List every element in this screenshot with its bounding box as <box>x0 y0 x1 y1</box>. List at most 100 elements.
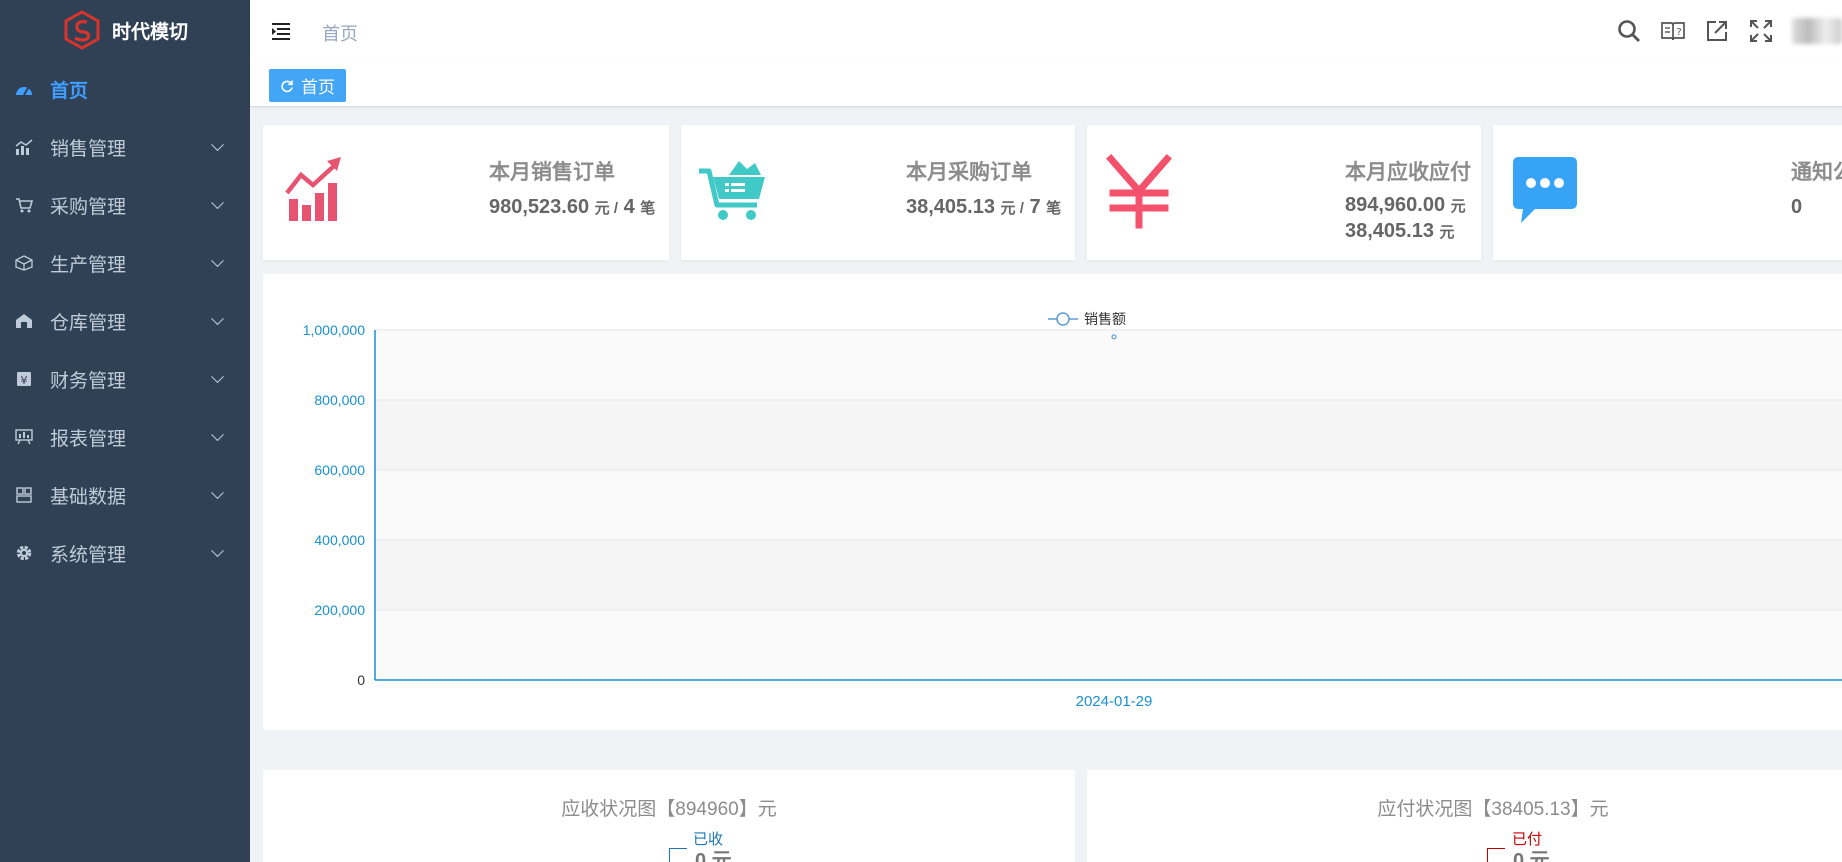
sidebar-item-label: 基础数据 <box>50 486 127 508</box>
sidebar-item-report[interactable]: 报表管理 <box>0 408 250 466</box>
grid-band <box>375 400 1842 470</box>
y-tick-label: 800,000 <box>314 392 365 408</box>
search-icon[interactable] <box>1616 18 1642 44</box>
sales-count: 4 <box>623 196 635 218</box>
unit: 元 / <box>594 200 619 217</box>
card-notice[interactable]: 通知公 0 <box>1493 125 1842 260</box>
unit: 元 <box>1450 198 1466 215</box>
warehouse-icon <box>14 311 34 331</box>
unit: 笔 <box>1046 200 1062 217</box>
sidebar-item-warehouse[interactable]: 仓库管理 <box>0 292 250 350</box>
shopping-cart-icon <box>699 161 765 220</box>
payable-amount: 38,405.13 <box>1345 220 1434 242</box>
chevron-down-icon <box>211 138 224 152</box>
logo[interactable]: 时代模切 <box>0 0 250 60</box>
external-link-icon[interactable] <box>1704 18 1730 44</box>
logo-icon <box>64 10 100 50</box>
grid-band <box>375 470 1842 540</box>
card-value: 980,523.60 元 / 4 笔 <box>489 195 655 221</box>
svg-text:?: ? <box>1676 27 1681 38</box>
payable-status-panel: 应付状况图【38405.13】元 已付 0 元 <box>1087 770 1842 862</box>
dashboard-icon <box>14 79 34 99</box>
data-point <box>1111 334 1117 340</box>
chevron-down-icon <box>211 312 224 326</box>
navbar-right-icons: ? <box>1616 18 1842 44</box>
paid-value: 0 元 <box>1513 850 1550 862</box>
grid-band <box>375 540 1842 610</box>
fullscreen-icon[interactable] <box>1748 18 1774 44</box>
gear-icon <box>14 543 34 563</box>
chevron-down-icon <box>211 544 224 558</box>
message-icon <box>1513 157 1577 223</box>
tags-view: 首页 <box>250 62 1842 107</box>
tag-home[interactable]: 首页 <box>269 69 346 102</box>
svg-text:¥: ¥ <box>21 374 28 387</box>
y-tick-label: 1,000,000 <box>303 322 365 338</box>
legend-label: 销售额 <box>1084 311 1126 327</box>
finance-icon: ¥ <box>14 369 34 389</box>
sidebar-item-basic-data[interactable]: 基础数据 <box>0 466 250 524</box>
unit: 元 <box>1439 224 1455 241</box>
docs-icon[interactable]: ? <box>1660 18 1686 44</box>
legend-marker <box>1056 312 1070 326</box>
card-sales-orders[interactable]: 本月销售订单 980,523.60 元 / 4 笔 <box>263 125 669 260</box>
x-tick-label: 2024-01-29 <box>1076 693 1153 710</box>
data-icon <box>14 485 34 505</box>
received-legend-line <box>669 848 687 862</box>
chevron-down-icon <box>211 196 224 210</box>
sales-line-chart: 0 200,000 400,000 600,000 800,000 1,000,000 20… <box>303 311 1842 710</box>
sidebar-item-sales[interactable]: 销售管理 <box>0 118 250 176</box>
sidebar-item-label: 财务管理 <box>50 370 127 392</box>
card-purchase-orders[interactable]: 本月采购订单 38,405.13 元 / 7 笔 <box>681 125 1075 260</box>
sidebar-item-home[interactable]: 首页 <box>0 60 250 118</box>
trend-chart-icon <box>285 157 341 221</box>
card-title: 通知公 <box>1791 161 1842 184</box>
card-value: 894,960.00 元 38,405.13 元 <box>1345 193 1466 245</box>
sidebar-item-purchase[interactable]: 采购管理 <box>0 176 250 234</box>
payable-status-title: 应付状况图【38405.13】元 <box>1377 799 1609 820</box>
hamburger-icon[interactable] <box>270 20 292 42</box>
y-tick-label: 400,000 <box>314 532 365 548</box>
purchase-amount: 38,405.13 <box>906 196 995 218</box>
chevron-down-icon <box>211 254 224 268</box>
receivable-amount: 894,960.00 <box>1345 194 1446 216</box>
sidebar-item-system[interactable]: 系统管理 <box>0 524 250 582</box>
y-tick-label: 0 <box>357 672 365 688</box>
sidebar-item-label: 销售管理 <box>50 138 127 160</box>
card-title: 本月采购订单 <box>906 161 1032 184</box>
sidebar-item-finance[interactable]: ¥ 财务管理 <box>0 350 250 408</box>
sidebar: 时代模切 首页 销售管理 采购管理 生产管理 仓库管理 ¥ 财务管理 报表管理 … <box>0 0 250 862</box>
report-icon <box>14 427 34 447</box>
grid-band <box>375 330 1842 400</box>
purchase-count: 7 <box>1029 196 1041 218</box>
sidebar-item-label: 采购管理 <box>50 196 127 218</box>
paid-legend-line <box>1487 848 1505 862</box>
card-value: 38,405.13 元 / 7 笔 <box>906 195 1061 221</box>
yen-icon <box>1106 154 1172 229</box>
navbar: 首页 ? <box>250 0 1842 62</box>
receivable-status-panel: 应收状况图【894960】元 已收 0 元 <box>263 770 1075 862</box>
card-title: 本月应收应付 <box>1345 161 1471 184</box>
card-title: 本月销售订单 <box>489 161 615 184</box>
sales-chart-panel: 0 200,000 400,000 600,000 800,000 1,000,000 20… <box>263 274 1842 730</box>
receivable-status-title: 应收状况图【894960】元 <box>561 799 777 820</box>
y-tick-label: 200,000 <box>314 602 365 618</box>
chevron-down-icon <box>211 428 224 442</box>
unit: 元 / <box>1000 200 1024 217</box>
card-receivable-payable[interactable]: 本月应收应付 894,960.00 元 38,405.13 元 <box>1087 125 1481 260</box>
grid-band <box>375 610 1842 680</box>
box-icon <box>14 253 34 273</box>
sidebar-item-production[interactable]: 生产管理 <box>0 234 250 292</box>
sidebar-item-label: 生产管理 <box>50 254 127 276</box>
tag-label: 首页 <box>301 78 335 97</box>
logo-text: 时代模切 <box>111 21 188 43</box>
breadcrumb[interactable]: 首页 <box>322 20 358 46</box>
sales-amount: 980,523.60 <box>489 196 590 218</box>
notice-count: 0 <box>1791 196 1803 218</box>
chevron-down-icon <box>211 370 224 384</box>
cart-icon <box>14 195 34 215</box>
avatar[interactable] <box>1792 18 1842 44</box>
sidebar-item-label: 仓库管理 <box>50 312 127 334</box>
sidebar-item-label: 系统管理 <box>50 544 127 566</box>
refresh-icon <box>281 80 293 92</box>
